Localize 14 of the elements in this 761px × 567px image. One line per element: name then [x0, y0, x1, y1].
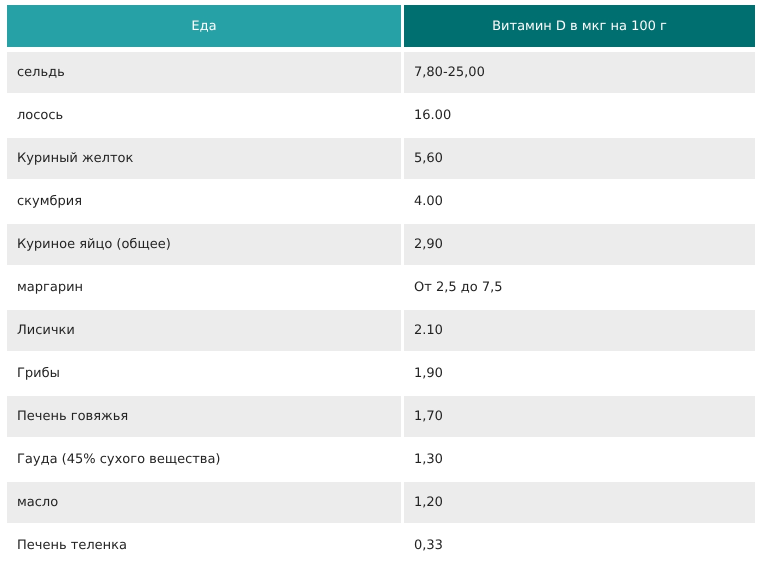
table-cell: Куриное яйцо (общее): [7, 224, 401, 265]
table-cell: Печень говяжья: [7, 396, 401, 437]
table-cell: Лисички: [7, 310, 401, 351]
table-cell: 5,60: [404, 138, 755, 179]
table-cell: 2.10: [404, 310, 755, 351]
table-cell: 2,90: [404, 224, 755, 265]
table-cell: Куриный желток: [7, 138, 401, 179]
table-cell: 7,80-25,00: [404, 52, 755, 93]
table-cell: 1,70: [404, 396, 755, 437]
column-header: Витамин D в мкг на 100 г: [404, 5, 755, 47]
table-cell: 1,20: [404, 482, 755, 523]
table-cell: масло: [7, 482, 401, 523]
table-cell: сельдь: [7, 52, 401, 93]
column-header: Еда: [7, 5, 401, 47]
